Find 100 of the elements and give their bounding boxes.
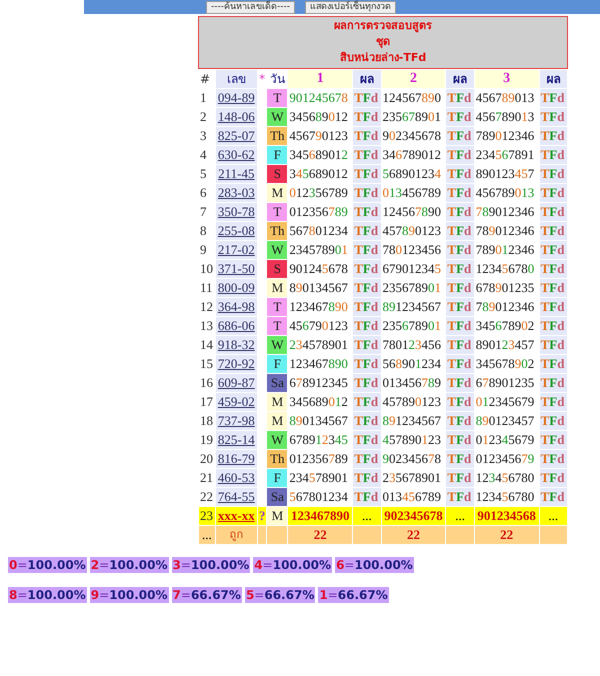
result-cell: TFd: [540, 89, 567, 107]
number-link[interactable]: xxx-xx: [218, 508, 255, 523]
column-header: 3: [474, 70, 539, 88]
table-cell-text: 890134567: [288, 279, 349, 297]
table-cell: 123467890: [288, 507, 352, 525]
number-link[interactable]: 630-62: [218, 147, 255, 162]
result-cell: TFd: [446, 165, 474, 183]
day-cell: F: [267, 355, 288, 373]
result-cell: TFd: [446, 146, 474, 164]
table-cell-text: 901245678: [288, 89, 349, 107]
table-cell: 22: [288, 526, 352, 544]
day-cell: F: [267, 469, 288, 487]
result-cell: TFd: [540, 450, 567, 468]
table-cell-text: 235678901: [382, 279, 442, 297]
number-link[interactable]: 460-53: [218, 470, 255, 485]
result-cell: TFd: [540, 127, 567, 145]
number-link[interactable]: 371-50: [218, 261, 255, 276]
table-cell: ...: [353, 507, 381, 525]
result-cell: TFd: [540, 298, 567, 316]
table-cell-text: 012345679: [474, 393, 536, 411]
result-cell: TFd: [353, 412, 381, 430]
table-cell-text: 345689012: [288, 146, 349, 164]
number-link[interactable]: 764-55: [218, 489, 255, 504]
table-cell-text: 16: [199, 374, 214, 392]
result-cell: TFd: [446, 393, 474, 411]
table-cell-text: 345678902: [474, 355, 536, 373]
column-header: ผล: [540, 70, 567, 88]
number-link[interactable]: 800-09: [218, 280, 255, 295]
number-link[interactable]: 825-14: [218, 432, 255, 447]
table-cell: 902345678: [382, 507, 446, 525]
number-link[interactable]: 816-79: [218, 451, 255, 466]
table-cell: ...: [540, 507, 567, 525]
number-link[interactable]: 148-06: [218, 109, 255, 124]
title-text: ชุด: [375, 34, 391, 50]
result-cell: TFd: [540, 336, 567, 354]
number-link[interactable]: 918-32: [218, 337, 255, 352]
day-cell: S: [267, 260, 288, 278]
percent-badge: 0=100.00%: [8, 557, 87, 573]
number-link[interactable]: 825-07: [218, 128, 255, 143]
percent-badge: 4=100.00%: [253, 557, 332, 573]
result-cell: TFd: [353, 241, 381, 259]
table-cell-text: 678912345: [288, 431, 349, 449]
percent-badge: 1=66.67%: [318, 587, 389, 603]
column-header: #: [199, 71, 212, 88]
table-cell-text: 678912345: [288, 374, 349, 392]
result-cell: TFd: [353, 336, 381, 354]
result-cell: TFd: [540, 165, 567, 183]
table-cell-text: 456790123: [288, 127, 349, 145]
number-link[interactable]: 609-87: [218, 375, 255, 390]
percent-badge: 2=100.00%: [90, 557, 169, 573]
result-cell: TFd: [446, 298, 474, 316]
table-cell-text: 12: [199, 298, 214, 316]
day-cell: W: [267, 108, 288, 126]
day-cell: Th: [267, 127, 288, 145]
result-cell: TFd: [540, 108, 567, 126]
number-link[interactable]: 720-92: [218, 356, 255, 371]
table-cell-text: 123456780: [474, 488, 536, 506]
table-cell-text: 890134567: [288, 412, 349, 430]
day-cell: S: [267, 165, 288, 183]
menu-button[interactable]: แสดงเปอร์เซ็นทุกงวด: [304, 1, 396, 14]
result-cell: TFd: [353, 393, 381, 411]
number-link[interactable]: 350-78: [218, 204, 255, 219]
table-cell-text: 891234567: [382, 298, 442, 316]
number-link[interactable]: 364-98: [218, 299, 255, 314]
table-cell-text: 13: [199, 317, 214, 335]
result-cell: TFd: [446, 336, 474, 354]
percent-badge: 8=100.00%: [8, 587, 87, 603]
day-cell: F: [267, 146, 288, 164]
result-cell: TFd: [540, 355, 567, 373]
table-cell: 23: [199, 507, 215, 525]
percent-badge: 7=66.67%: [172, 587, 242, 603]
table-cell-text: 012356789: [288, 450, 349, 468]
day-cell: M: [267, 184, 288, 202]
result-cell: TFd: [353, 127, 381, 145]
result-cell: TFd: [446, 203, 474, 221]
table-cell-text: 567801234: [288, 222, 349, 240]
number-link[interactable]: 686-06: [218, 318, 255, 333]
result-cell: TFd: [540, 317, 567, 335]
number-link[interactable]: 283-03: [218, 185, 255, 200]
result-cell: TFd: [353, 355, 381, 373]
day-cell: W: [267, 336, 288, 354]
table-cell-text: 789012346: [474, 127, 536, 145]
number-link[interactable]: 217-02: [218, 242, 255, 257]
number-link[interactable]: 459-02: [218, 394, 255, 409]
number-link[interactable]: 737-98: [218, 413, 255, 428]
column-header: วัน: [268, 71, 286, 88]
table-cell-text: 123467890: [288, 355, 349, 373]
number-link[interactable]: 094-89: [218, 90, 255, 105]
table-cell-text: 789012346: [474, 203, 536, 221]
result-cell: TFd: [446, 222, 474, 240]
result-cell: TFd: [446, 355, 474, 373]
result-cell: TFd: [446, 374, 474, 392]
table-cell-text: 902345678: [382, 127, 442, 145]
table-cell-text: 568901234: [382, 355, 442, 373]
table-cell-text: 679012345: [382, 260, 442, 278]
table-cell-text: 5: [199, 165, 208, 183]
result-cell: TFd: [353, 469, 381, 487]
number-link[interactable]: 255-08: [218, 223, 255, 238]
menu-button[interactable]: ----ค้นหาเลขเด็ด----: [206, 1, 295, 14]
result-cell: TFd: [446, 108, 474, 126]
